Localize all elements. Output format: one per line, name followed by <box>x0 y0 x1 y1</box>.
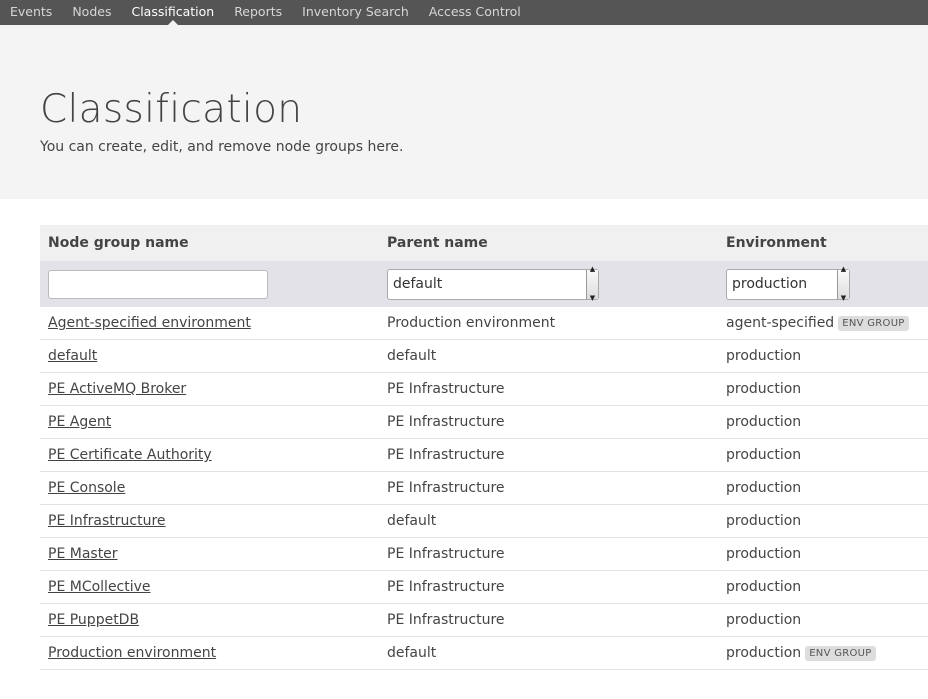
parent-name-cell: PE Infrastructure <box>387 381 505 397</box>
table-row: PE Certificate Authority PE Infrastructur… <box>40 439 928 472</box>
parent-name-cell: PE Infrastructure <box>387 579 505 595</box>
environment-cell: production <box>726 579 802 595</box>
environment-cell: agent-specified <box>726 315 835 331</box>
environment-cell: production <box>726 414 802 430</box>
table-row: PE MCollective PE Infrastructure productio… <box>40 571 928 604</box>
node-groups-table: Node group name Parent name Environment … <box>40 225 928 670</box>
environment-cell: production <box>726 513 802 529</box>
table-row: PE Infrastructure default production <box>40 505 928 538</box>
environment-cell: production <box>726 645 802 661</box>
env-group-badge: ENV GROUP <box>805 645 876 661</box>
parent-name-cell: PE Infrastructure <box>387 447 505 463</box>
chevron-down-icon[interactable]: ▲ ▼ <box>586 265 598 302</box>
table-row: Production environment default production E… <box>40 637 928 670</box>
node-group-link[interactable]: PE ActiveMQ Broker <box>48 381 186 397</box>
page-title: Classification <box>40 87 303 132</box>
table-row: PE Console PE Infrastructure production <box>40 472 928 505</box>
parent-name-cell: PE Infrastructure <box>387 414 505 430</box>
table-body: Agent-specified environment Production en… <box>40 307 928 670</box>
nav-nodes[interactable]: Nodes <box>72 0 111 25</box>
top-navigation: Events Nodes Classification Reports Inve… <box>0 0 928 25</box>
env-group-badge: ENV GROUP <box>838 315 909 331</box>
page-header: Classification You can create, edit, and… <box>0 25 928 199</box>
environment-filter-value: production <box>732 275 808 292</box>
parent-name-cell: Production environment <box>387 315 556 331</box>
environment-cell: production <box>726 612 802 628</box>
table-row: Agent-specified environment Production en… <box>40 307 928 340</box>
header-node-group-name: Node group name <box>48 235 189 251</box>
parent-name-filter-select[interactable]: default ▲ ▼ <box>387 265 599 302</box>
parent-name-cell: default <box>387 645 437 661</box>
parent-name-cell: PE Infrastructure <box>387 612 505 628</box>
table-row: PE Master PE Infrastructure production <box>40 538 928 571</box>
node-group-link[interactable]: PE MCollective <box>48 579 151 595</box>
page-subtitle: You can create, edit, and remove node gr… <box>40 139 404 155</box>
header-environment: Environment <box>726 235 827 251</box>
node-group-link[interactable]: PE Agent <box>48 414 111 430</box>
filter-row: default ▲ ▼ production ▲ ▼ <box>40 261 928 307</box>
parent-filter-value: default <box>393 275 443 292</box>
table-row: default default production <box>40 340 928 373</box>
parent-name-cell: PE Infrastructure <box>387 546 505 562</box>
header-parent-name: Parent name <box>387 235 488 251</box>
nav-reports[interactable]: Reports <box>234 0 282 25</box>
environment-cell: production <box>726 447 802 463</box>
node-group-link[interactable]: PE Master <box>48 546 118 562</box>
parent-name-cell: default <box>387 348 437 364</box>
parent-name-cell: PE Infrastructure <box>387 480 505 496</box>
environment-cell: production <box>726 381 802 397</box>
nav-access-control[interactable]: Access Control <box>429 0 521 25</box>
node-group-link[interactable]: Production environment <box>48 645 216 661</box>
environment-cell: production <box>726 348 802 364</box>
parent-name-cell: default <box>387 513 437 529</box>
chevron-down-icon[interactable]: ▲ ▼ <box>837 265 849 302</box>
nav-inventory-search[interactable]: Inventory Search <box>302 0 409 25</box>
node-group-link[interactable]: default <box>48 348 97 364</box>
node-group-link[interactable]: PE Console <box>48 480 125 496</box>
environment-cell: production <box>726 480 802 496</box>
node-group-link[interactable]: Agent-specified environment <box>48 315 251 331</box>
node-group-link[interactable]: PE PuppetDB <box>48 612 139 628</box>
node-group-link[interactable]: PE Certificate Authority <box>48 447 212 463</box>
nav-events[interactable]: Events <box>10 0 52 25</box>
environment-filter-select[interactable]: production ▲ ▼ <box>726 265 850 302</box>
table-row: PE PuppetDB PE Infrastructure production <box>40 604 928 637</box>
table-row: PE Agent PE Infrastructure production <box>40 406 928 439</box>
node-group-name-filter-input[interactable] <box>48 269 268 299</box>
environment-cell: production <box>726 546 802 562</box>
table-row: PE ActiveMQ Broker PE Infrastructure produ… <box>40 373 928 406</box>
node-group-link[interactable]: PE Infrastructure <box>48 513 166 529</box>
table-header: Node group name Parent name Environment <box>40 225 928 261</box>
nav-classification[interactable]: Classification <box>131 0 214 25</box>
